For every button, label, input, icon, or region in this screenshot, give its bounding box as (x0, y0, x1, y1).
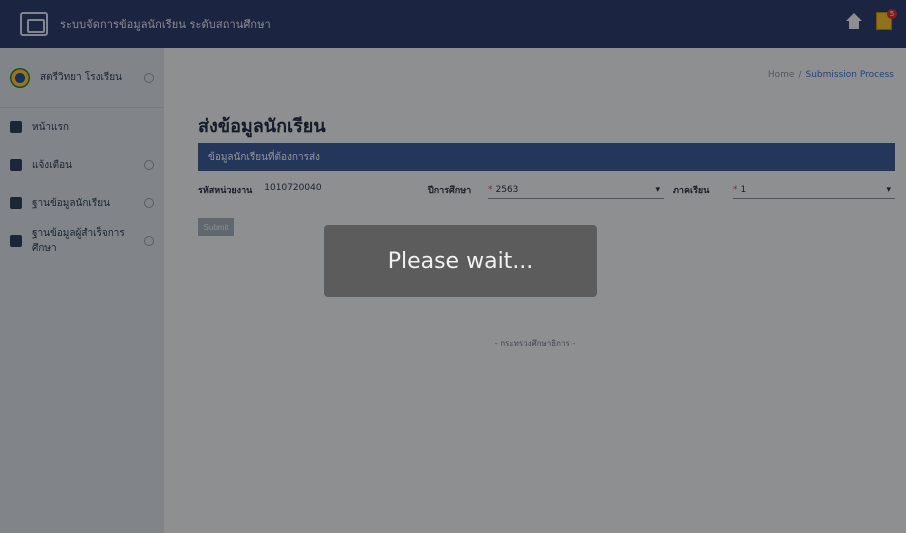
loading-modal: Please wait... (324, 225, 597, 297)
